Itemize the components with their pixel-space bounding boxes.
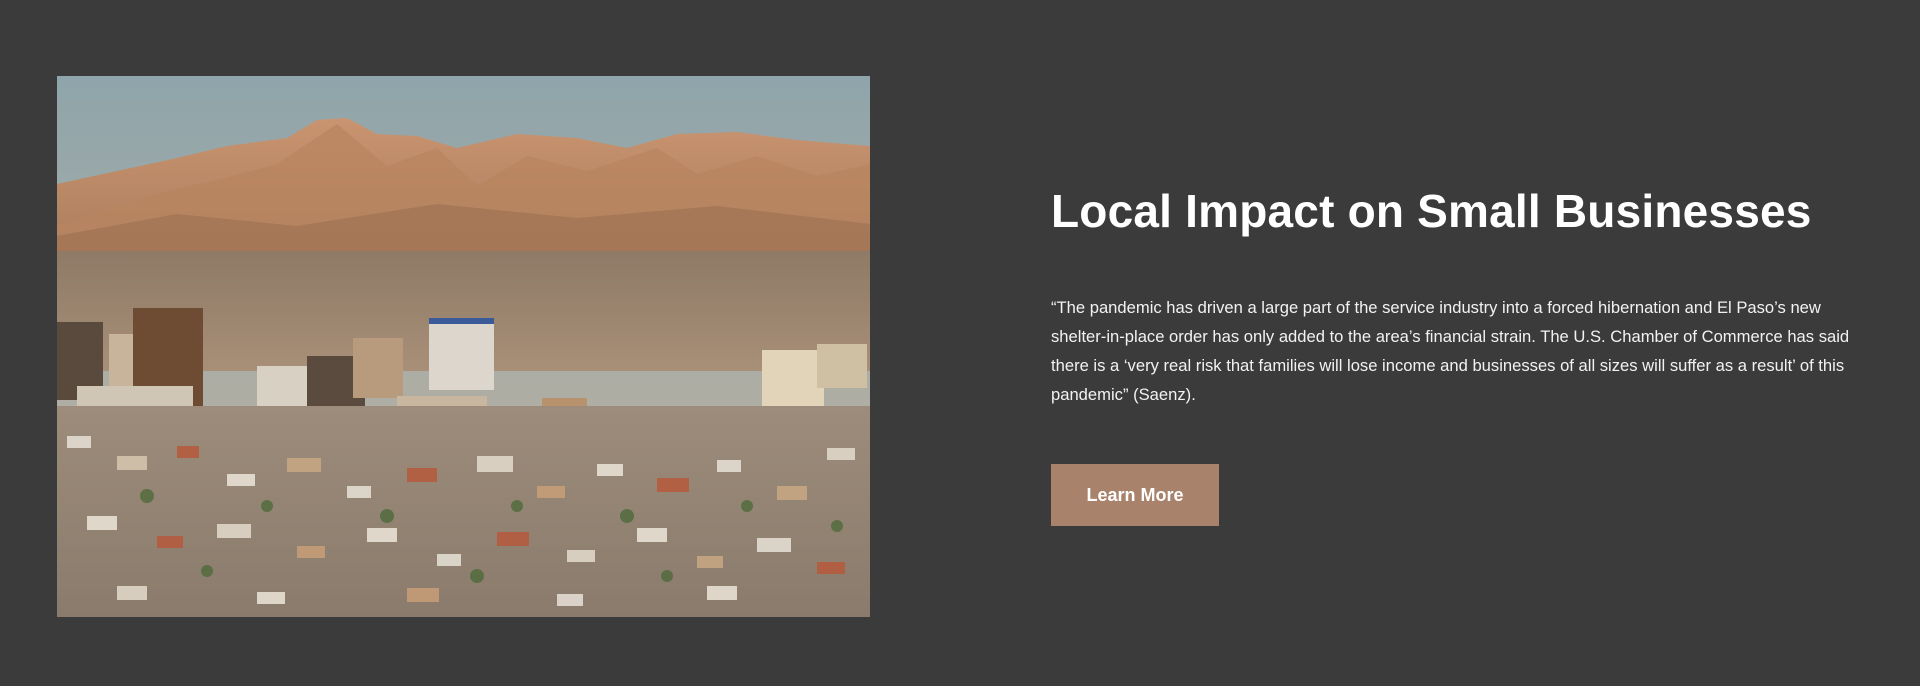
impact-section: Local Impact on Small Businesses “The pa… [0, 0, 1920, 686]
section-title: Local Impact on Small Businesses [1051, 185, 1812, 237]
section-quote: “The pandemic has driven a large part of… [1051, 298, 1850, 404]
learn-more-button[interactable]: Learn More [1051, 464, 1219, 526]
city-skyline-illustration [57, 76, 870, 617]
city-skyline-photo [57, 76, 870, 617]
impact-content: Local Impact on Small Businesses “The pa… [1051, 180, 1871, 526]
